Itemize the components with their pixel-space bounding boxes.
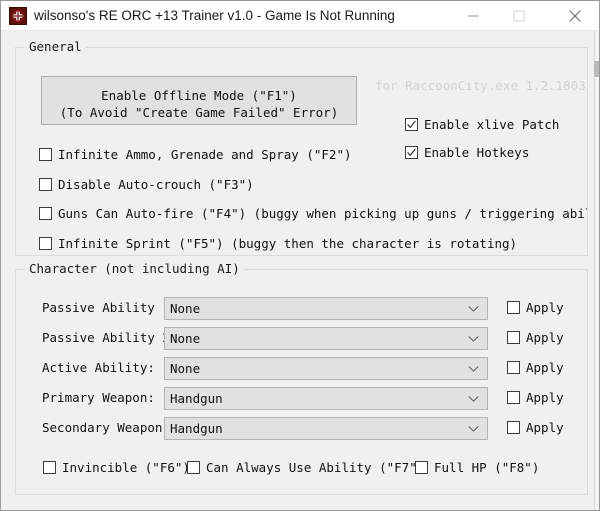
checkbox-label: Infinite Sprint ("F5") (buggy then the c… — [58, 236, 518, 251]
general-legend: General — [25, 39, 86, 54]
maximize-button[interactable] — [496, 1, 542, 30]
checkbox-box — [507, 391, 520, 404]
checkbox-label: Apply — [526, 330, 564, 345]
combo-value: None — [170, 301, 201, 316]
label-passive-ability-2: Passive Ability 2 — [42, 330, 170, 345]
label-passive-ability-1: Passive Ability 1 — [42, 300, 170, 315]
label-active-ability: Active Ability: — [42, 360, 155, 375]
checkbox-label: Can Always Use Ability ("F7") — [206, 460, 425, 475]
checkbox-box — [507, 361, 520, 374]
minimize-button[interactable] — [450, 1, 496, 30]
chevron-down-icon — [468, 305, 479, 312]
checkbox-label: Invincible ("F6") — [62, 460, 190, 475]
enable-offline-mode-button[interactable]: Enable Offline Mode ("F1") (To Avoid "Cr… — [41, 76, 357, 125]
umbrella-corp-icon — [9, 7, 27, 25]
maximize-icon — [513, 10, 525, 21]
combo-active-ability[interactable]: None — [164, 357, 488, 380]
trainer-window: wilsonso's RE ORC +13 Trainer v1.0 - Gam… — [0, 0, 600, 511]
label-primary-weapon: Primary Weapon: — [42, 390, 155, 405]
checkbox-label: Apply — [526, 360, 564, 375]
close-button[interactable] — [552, 1, 597, 30]
chevron-down-icon — [468, 395, 479, 402]
combo-value: Handgun — [170, 391, 223, 406]
window-title: wilsonso's RE ORC +13 Trainer v1.0 - Gam… — [34, 8, 395, 23]
checkbox-infinite-ammo[interactable]: Infinite Ammo, Grenade and Spray ("F2") — [39, 146, 399, 164]
checkbox-box — [187, 461, 200, 474]
checkbox-box — [507, 331, 520, 344]
umbrella-corp-glyph — [11, 9, 25, 23]
checkbox-box — [43, 461, 56, 474]
combo-secondary-weapon[interactable]: Handgun — [164, 417, 488, 440]
checkbox-box — [507, 301, 520, 314]
combo-passive-ability-2[interactable]: None — [164, 327, 488, 350]
checkbox-label: Full HP ("F8") — [434, 460, 540, 475]
title-bar: wilsonso's RE ORC +13 Trainer v1.0 - Gam… — [1, 1, 599, 31]
checkbox-guns-can-auto-fire[interactable]: Guns Can Auto-fire ("F4") (buggy when pi… — [39, 205, 587, 223]
check-icon — [407, 120, 416, 129]
checkbox-label: Infinite Ammo, Grenade and Spray ("F2") — [58, 147, 352, 162]
version-label: for RaccoonCity.exe 1.2.1803.1 — [375, 78, 587, 93]
vertical-scrollbar[interactable] — [594, 31, 599, 510]
minimize-icon — [468, 15, 478, 16]
checkbox-box — [39, 148, 52, 161]
checkbox-box — [39, 237, 52, 250]
checkbox-box — [405, 118, 418, 131]
character-legend: Character (not including AI) — [25, 261, 244, 276]
combo-value: None — [170, 361, 201, 376]
chevron-down-icon — [468, 335, 479, 342]
combo-value: None — [170, 331, 201, 346]
checkbox-label: Enable Hotkeys — [424, 145, 530, 160]
checkbox-label: Disable Auto-crouch ("F3") — [58, 177, 254, 192]
chevron-down-icon — [468, 425, 479, 432]
checkbox-box — [415, 461, 428, 474]
close-icon — [568, 9, 581, 22]
combo-primary-weapon[interactable]: Handgun — [164, 387, 488, 410]
chevron-down-icon — [468, 365, 479, 372]
label-secondary-weapon: Secondary Weapon: — [42, 420, 170, 435]
checkbox-label: Enable xlive Patch — [424, 117, 560, 132]
checkbox-label: Apply — [526, 390, 564, 405]
checkbox-label: Guns Can Auto-fire ("F4") (buggy when pi… — [58, 206, 587, 221]
checkbox-label: Apply — [526, 420, 564, 435]
combo-value: Handgun — [170, 421, 223, 436]
checkbox-label: Apply — [526, 300, 564, 315]
checkbox-box — [39, 178, 52, 191]
checkbox-box — [39, 207, 52, 220]
checkbox-disable-auto-crouch[interactable]: Disable Auto-crouch ("F3") — [39, 176, 399, 194]
checkbox-infinite-sprint[interactable]: Infinite Sprint ("F5") (buggy then the c… — [39, 235, 587, 253]
scrollbar-thumb[interactable] — [594, 61, 599, 77]
checkbox-box — [507, 421, 520, 434]
checkbox-box — [405, 146, 418, 159]
combo-passive-ability-1[interactable]: None — [164, 297, 488, 320]
check-icon — [407, 148, 416, 157]
